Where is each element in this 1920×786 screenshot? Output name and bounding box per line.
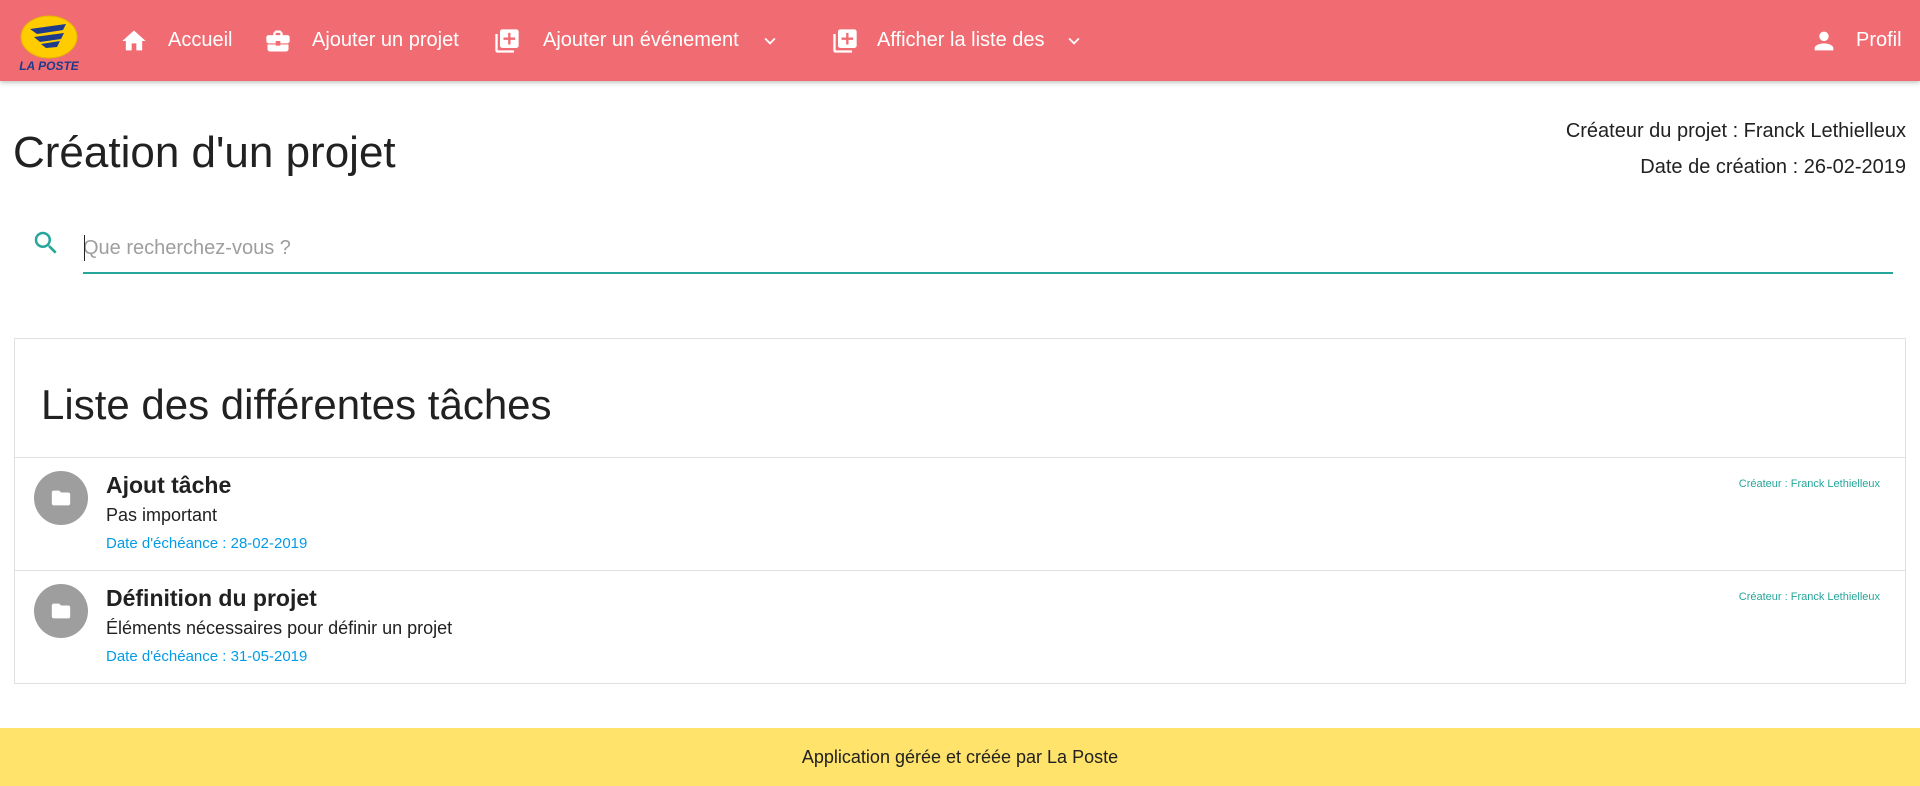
library-add-icon — [831, 27, 859, 55]
task-description: Pas important — [106, 505, 218, 525]
task-title: Ajout tâche — [106, 472, 232, 498]
task-list: Liste des différentes tâches Ajout tâche… — [14, 338, 1906, 684]
nav-add-project-label: Ajouter un projet — [312, 29, 459, 51]
chevron-down-icon — [1063, 30, 1085, 52]
nav-show-list-label: Afficher la liste des — [877, 29, 1045, 51]
text-cursor — [84, 235, 85, 261]
task-title: Définition du projet — [106, 585, 317, 611]
top-navbar: LA POSTE Accueil Ajouter un projet Ajout… — [0, 0, 1920, 81]
nav-profile-label: Profil — [1856, 29, 1902, 51]
folder-icon — [34, 471, 88, 525]
task-creator: Créateur : Franck Lethielleux — [1738, 478, 1880, 490]
nav-add-event-dropdown[interactable]: Ajouter un événement — [493, 0, 781, 81]
nav-show-list-dropdown[interactable]: Afficher la liste des — [831, 0, 1085, 81]
chevron-down-icon — [759, 30, 781, 52]
nav-add-event-label: Ajouter un événement — [543, 29, 739, 51]
project-creator: Créateur du projet : Franck Lethielleux — [1565, 120, 1906, 142]
briefcase-icon — [264, 27, 292, 55]
home-icon — [120, 27, 148, 55]
footer-text: Application gérée et créée par La Poste — [801, 746, 1119, 767]
search-input[interactable] — [83, 228, 1893, 274]
nav-home-label: Accueil — [168, 29, 233, 51]
footer: Application gérée et créée par La Poste — [0, 728, 1920, 786]
task-item[interactable]: Ajout tâche Pas important Date d'échéanc… — [15, 458, 1905, 571]
library-add-icon — [493, 27, 521, 55]
task-description: Éléments nécessaires pour définir un pro… — [106, 618, 453, 638]
folder-icon — [34, 584, 88, 638]
task-list-title: Liste des différentes tâches — [41, 381, 552, 428]
search-icon — [31, 228, 61, 258]
nav-add-project[interactable]: Ajouter un projet — [264, 0, 459, 81]
person-icon — [1810, 27, 1838, 55]
project-created-date: Date de création : 26-02-2019 — [1640, 156, 1906, 178]
task-due-date: Date d'échéance : 28-02-2019 — [106, 535, 308, 552]
task-due-date: Date d'échéance : 31-05-2019 — [106, 648, 308, 665]
logo-text: LA POSTE — [19, 59, 80, 73]
la-poste-logo[interactable]: LA POSTE — [10, 12, 88, 74]
nav-profile[interactable]: Profil — [1810, 0, 1902, 81]
task-creator: Créateur : Franck Lethielleux — [1738, 591, 1880, 603]
task-list-header: Liste des différentes tâches — [15, 339, 1905, 458]
nav-home[interactable]: Accueil — [120, 0, 232, 81]
task-item[interactable]: Définition du projet Éléments nécessaire… — [15, 571, 1905, 684]
page-title: Création d'un projet — [13, 128, 396, 177]
